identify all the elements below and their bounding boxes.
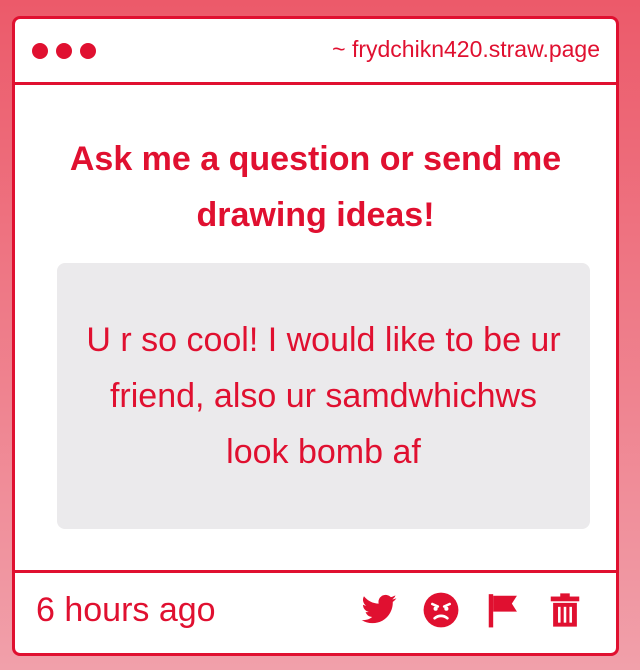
timestamp: 6 hours ago: [36, 591, 216, 629]
dot-icon: [80, 43, 96, 59]
message-text: U r so cool! I would like to be ur frien…: [86, 321, 561, 471]
question-text: Ask me a question or send me drawing ide…: [69, 140, 562, 234]
twitter-icon[interactable]: [360, 591, 398, 629]
page-url-link[interactable]: ~ frydchikn420.straw.page: [332, 36, 600, 63]
post-card: ~ frydchikn420.straw.page Ask me a quest…: [12, 16, 619, 656]
card-header: ~ frydchikn420.straw.page: [15, 19, 616, 85]
trash-icon[interactable]: [546, 591, 584, 629]
angry-face-icon[interactable]: [422, 591, 460, 629]
window-dots: [32, 43, 96, 59]
dot-icon: [32, 43, 48, 59]
message-box: U r so cool! I would like to be ur frien…: [57, 263, 590, 529]
action-icons: [360, 591, 584, 629]
flag-icon[interactable]: [484, 591, 522, 629]
card-footer: 6 hours ago: [15, 570, 616, 653]
dot-icon: [56, 43, 72, 59]
